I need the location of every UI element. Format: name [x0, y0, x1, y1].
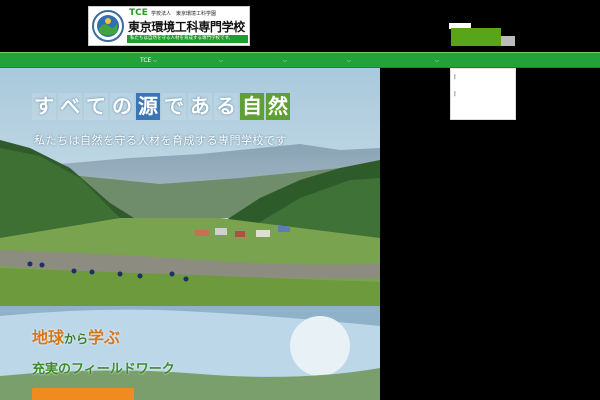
- hero-slide-fieldwork[interactable]: 地球から学ぶ 充実のフィールドワーク: [0, 306, 380, 400]
- fieldwork-headline-a: 地球: [32, 328, 65, 347]
- fieldwork-headline-c: 学ぶ: [88, 328, 121, 347]
- headline-char: 然: [266, 93, 290, 120]
- global-nav: TCE ⌵ ⌵ ⌵ ⌵ ⌵: [0, 52, 600, 68]
- school-logo[interactable]: TCE 学校法人 東京環境工科学園 東京環境工科専門学校 私たちは自然を守る人材…: [88, 6, 250, 46]
- nav-item-3[interactable]: ⌵: [281, 53, 287, 68]
- chevron-down-icon: ⌵: [153, 58, 158, 64]
- headline-char: て: [84, 93, 108, 120]
- nav-item-4[interactable]: ⌵: [345, 53, 351, 68]
- chevron-down-icon: ⌵: [219, 58, 223, 64]
- fieldwork-cta-button[interactable]: [32, 388, 134, 400]
- fieldwork-headline: 地球から学ぶ: [32, 324, 120, 348]
- logo-tagline: 私たちは自然を守る人材を育成する専門学校です。: [127, 35, 248, 43]
- logo-corporation: 学校法人 東京環境工科学園: [151, 11, 217, 17]
- nav-item-label: TCE: [140, 57, 152, 64]
- school-seal-icon: [92, 10, 124, 42]
- logo-school-name: 東京環境工科専門学校: [128, 20, 246, 34]
- utility-banner-image: [501, 36, 515, 46]
- nav-item-2[interactable]: ⌵: [217, 53, 223, 68]
- fieldwork-photo: [0, 306, 380, 400]
- site-header: TCE 学校法人 東京環境工科学園 東京環境工科専門学校 私たちは自然を守る人材…: [0, 0, 600, 52]
- headline-char: る: [214, 93, 238, 120]
- nav-item-5[interactable]: ⌵: [433, 53, 439, 68]
- utility-banner-line-1: [458, 30, 486, 36]
- headline-char: 自: [240, 93, 264, 120]
- headline-char: 源: [136, 93, 160, 120]
- header-utility-links: [449, 16, 515, 48]
- headline-char: で: [162, 93, 186, 120]
- utility-link-1[interactable]: [449, 16, 477, 22]
- headline-char: べ: [58, 93, 82, 120]
- logo-abbreviation: TCE: [129, 8, 148, 18]
- headline-char: の: [110, 93, 134, 120]
- dropdown-item-2[interactable]: |: [454, 89, 456, 99]
- chevron-down-icon: ⌵: [283, 58, 287, 64]
- headline-char: あ: [188, 93, 212, 120]
- dropdown-item-1[interactable]: |: [454, 72, 456, 82]
- chevron-down-icon: ⌵: [435, 58, 439, 64]
- nav-dropdown-menu: | |: [450, 68, 516, 120]
- chevron-down-icon: ⌵: [347, 58, 351, 64]
- hero-slide-nature[interactable]: す べ て の 源 で あ る 自 然 私たちは自然を守る人材を育成する専門学校…: [0, 68, 380, 306]
- fieldwork-headline-b: から: [64, 332, 89, 346]
- fieldwork-subtitle: 充実のフィールドワーク: [32, 362, 175, 377]
- headline-char: す: [32, 93, 56, 120]
- utility-banner-line-2: [453, 37, 489, 43]
- nav-item-about-tce[interactable]: TCE ⌵: [140, 53, 157, 68]
- hero-headline: す べ て の 源 で あ る 自 然: [32, 93, 290, 123]
- hero-subtitle: 私たちは自然を守る人材を育成する専門学校です: [34, 134, 287, 147]
